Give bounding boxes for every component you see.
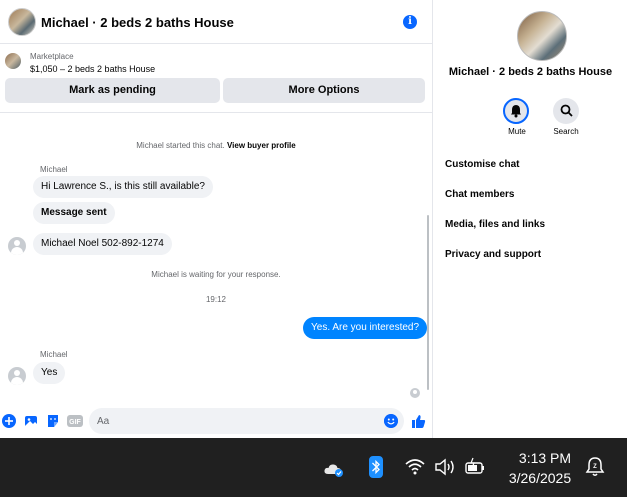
gif-icon[interactable]: GIF xyxy=(67,414,83,428)
marketplace-listing[interactable]: Marketplace $1,050 – 2 beds 2 baths Hous… xyxy=(0,45,432,77)
sticker-icon[interactable] xyxy=(46,414,60,428)
clock-time[interactable]: 3:13 PM xyxy=(505,450,585,466)
search-label: Search xyxy=(553,127,579,136)
wifi-icon[interactable] xyxy=(404,456,426,478)
chat-scrollbar[interactable] xyxy=(427,215,429,390)
incoming-message[interactable]: Message sent xyxy=(33,202,115,224)
view-buyer-profile-link[interactable]: View buyer profile xyxy=(227,141,296,150)
chat-header: Michael · 2 beds 2 baths House i xyxy=(0,0,432,44)
sender-name: Michael xyxy=(40,165,68,174)
mute-label: Mute xyxy=(508,127,526,136)
incoming-message[interactable]: Michael Noel 502-892-1274 xyxy=(33,233,172,255)
battery-icon[interactable] xyxy=(464,456,486,478)
chat-started-notice: Michael started this chat. View buyer pr… xyxy=(0,141,432,150)
search-button[interactable] xyxy=(553,98,579,124)
svg-text:Z: Z xyxy=(593,464,597,470)
media-files-links-item[interactable]: Media, files and links xyxy=(445,219,545,230)
privacy-support-item[interactable]: Privacy and support xyxy=(445,249,541,260)
taskbar: 3:13 PM 3/26/2025 Z xyxy=(0,438,627,497)
bell-icon xyxy=(511,105,521,118)
emoji-icon[interactable] xyxy=(384,414,398,428)
mute-button[interactable] xyxy=(503,98,529,124)
customise-chat-item[interactable]: Customise chat xyxy=(445,159,519,170)
chat-members-item[interactable]: Chat members xyxy=(445,189,514,200)
listing-thumbnail xyxy=(5,53,21,69)
header-divider xyxy=(0,112,432,113)
waiting-notice: Michael is waiting for your response. xyxy=(151,270,281,279)
contact-avatar-large[interactable] xyxy=(517,11,567,61)
volume-icon[interactable] xyxy=(434,456,456,478)
thumbs-up-icon[interactable] xyxy=(411,414,426,429)
chat-info-panel: Michael · 2 beds 2 baths House Mute Sear… xyxy=(432,0,627,438)
contact-avatar[interactable] xyxy=(8,8,36,36)
sender-name: Michael xyxy=(40,350,68,359)
chat-title[interactable]: Michael · 2 beds 2 baths House xyxy=(41,15,234,30)
message-input[interactable] xyxy=(97,413,377,429)
image-icon[interactable] xyxy=(24,414,38,428)
chat-panel: Michael · 2 beds 2 baths House i Marketp… xyxy=(0,0,432,438)
read-receipt-avatar xyxy=(410,388,420,398)
sender-avatar[interactable] xyxy=(8,237,26,255)
incoming-message[interactable]: Yes xyxy=(33,362,66,384)
message-input-box[interactable] xyxy=(89,408,404,434)
clock-date[interactable]: 3/26/2025 xyxy=(500,470,580,486)
more-options-button[interactable]: More Options xyxy=(223,78,425,103)
listing-price-title: $1,050 – 2 beds 2 baths House xyxy=(30,64,156,74)
incoming-message[interactable]: Hi Lawrence S., is this still available? xyxy=(33,176,213,198)
info-icon[interactable]: i xyxy=(403,15,417,29)
mark-as-pending-button[interactable]: Mark as pending xyxy=(5,78,220,103)
marketplace-label: Marketplace xyxy=(30,52,74,61)
sender-avatar[interactable] xyxy=(8,367,26,385)
chat-started-text: Michael started this chat. xyxy=(136,141,225,150)
screen: Michael · 2 beds 2 baths House i Marketp… xyxy=(0,0,627,497)
bluetooth-icon[interactable] xyxy=(365,456,387,478)
svg-text:GIF: GIF xyxy=(69,419,81,426)
composer: GIF xyxy=(0,406,432,438)
message-timestamp: 19:12 xyxy=(205,295,227,304)
outgoing-message[interactable]: Yes. Are you interested? xyxy=(303,317,428,339)
notification-bell-icon[interactable]: Z xyxy=(584,456,606,478)
contact-name: Michael · 2 beds 2 baths House xyxy=(448,66,613,78)
search-icon xyxy=(560,104,573,117)
plus-icon[interactable] xyxy=(2,414,16,428)
onedrive-cloud-icon[interactable] xyxy=(323,458,345,480)
